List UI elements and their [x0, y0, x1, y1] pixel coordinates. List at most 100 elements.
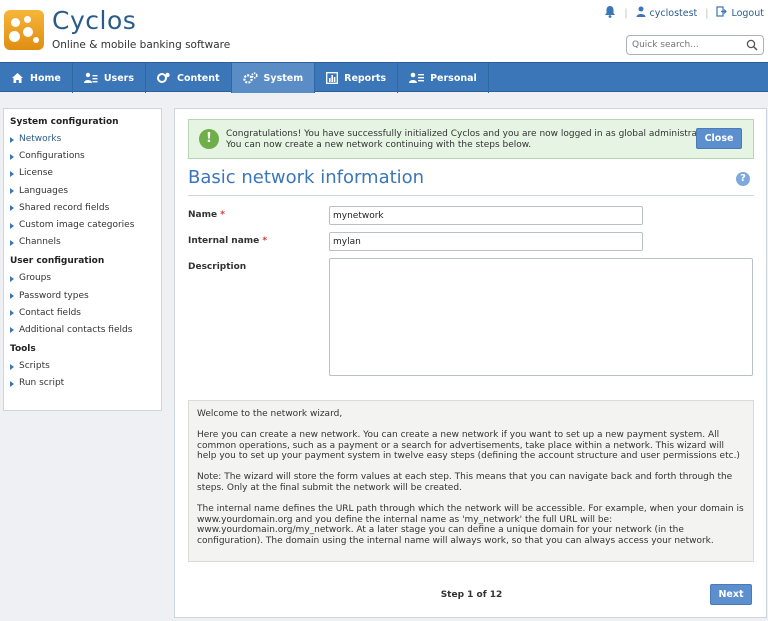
header: Cyclos Online & mobile banking software … — [0, 0, 768, 62]
nav-personal-label: Personal — [430, 72, 477, 84]
name-label: Name * — [188, 210, 225, 220]
sidebar-heading-tools: Tools — [10, 344, 36, 355]
required-mark: * — [262, 236, 268, 246]
description-label: Description — [188, 262, 247, 272]
alert-line-1: Congratulations! You have successfully i… — [226, 129, 712, 139]
wizard-info-box: Welcome to the network wizard, Here you … — [188, 400, 754, 562]
alert-line-2: You can now create a new network continu… — [226, 140, 532, 150]
sidebar-item-label: Shared record fields — [19, 202, 110, 213]
main-panel: ! Congratulations! You have successfully… — [174, 108, 767, 618]
main-nav: Home Users Content System Reports Person… — [0, 62, 768, 93]
arrow-right-icon — [10, 170, 14, 177]
reports-icon — [326, 72, 339, 84]
nav-content[interactable]: Content — [146, 63, 232, 93]
close-button[interactable]: Close — [696, 128, 742, 149]
help-icon[interactable]: ? — [736, 172, 750, 186]
sidebar-item-run-script[interactable]: Run script — [4, 375, 161, 392]
name-label-text: Name — [188, 210, 218, 220]
nav-users[interactable]: Users — [73, 63, 146, 93]
sidebar-item-label: Groups — [19, 273, 52, 284]
arrow-right-icon — [10, 205, 14, 212]
logout-link[interactable]: Logout — [731, 8, 764, 19]
nav-home[interactable]: Home — [0, 63, 73, 93]
internal-name-input[interactable] — [329, 232, 643, 251]
nav-reports-label: Reports — [344, 72, 387, 84]
nav-system[interactable]: System — [231, 63, 316, 93]
cyclos-logo-icon[interactable] — [4, 10, 44, 50]
sidebar-item-custom-image-categories[interactable]: Custom image categories — [4, 217, 161, 234]
internal-name-label-text: Internal name — [188, 236, 260, 246]
nav-users-label: Users — [103, 72, 134, 84]
arrow-right-icon — [10, 153, 14, 160]
sidebar-item-shared-record-fields[interactable]: Shared record fields — [4, 200, 161, 217]
title-divider — [188, 195, 754, 196]
arrow-right-icon — [10, 239, 14, 246]
sidebar-item-label: Run script — [19, 378, 65, 389]
arrow-right-icon — [10, 222, 14, 229]
sidebar-item-languages[interactable]: Languages — [4, 183, 161, 200]
sidebar-item-license[interactable]: License — [4, 165, 161, 182]
name-input[interactable] — [329, 206, 643, 225]
separator: | — [705, 7, 709, 19]
info-paragraph: Note: The wizard will store the form val… — [197, 472, 733, 493]
brand-name[interactable]: Cyclos — [52, 6, 136, 35]
description-textarea[interactable] — [329, 258, 753, 376]
arrow-right-icon — [10, 310, 14, 317]
info-paragraph: Welcome to the network wizard, — [197, 409, 343, 419]
brand-tagline: Online & mobile banking software — [52, 39, 231, 51]
nav-reports[interactable]: Reports — [315, 63, 399, 93]
sidebar-item-label: Configurations — [19, 151, 85, 162]
next-button[interactable]: Next — [710, 584, 752, 605]
top-links: | cyclostest | Logout — [604, 5, 764, 21]
sidebar-item-configurations[interactable]: Configurations — [4, 148, 161, 165]
quick-search-input[interactable] — [627, 36, 737, 54]
success-alert: ! Congratulations! You have successfully… — [188, 119, 754, 159]
sidebar-item-networks[interactable]: Networks — [4, 131, 161, 148]
sidebar-heading-system-configuration: System configuration — [10, 117, 119, 127]
arrow-right-icon — [10, 293, 14, 300]
sidebar-item-label: Languages — [19, 185, 69, 196]
sidebar-item-channels[interactable]: Channels — [4, 234, 161, 251]
arrow-right-icon — [10, 136, 14, 143]
content-icon — [156, 72, 170, 83]
user-icon — [636, 6, 646, 20]
quick-search-box — [626, 35, 764, 55]
home-icon — [12, 73, 23, 83]
nav-content-label: Content — [176, 72, 220, 84]
personal-icon — [409, 72, 425, 83]
sidebar-item-label: License — [19, 168, 53, 179]
internal-name-label: Internal name * — [188, 236, 267, 246]
sidebar-item-label: Custom image categories — [19, 220, 135, 231]
step-indicator: Step 1 of 12 — [440, 590, 503, 600]
sidebar-item-label: Channels — [19, 237, 61, 248]
system-icon — [242, 71, 258, 84]
alert-message: Congratulations! You have successfully i… — [226, 129, 712, 151]
nav-personal[interactable]: Personal — [398, 63, 489, 93]
arrow-right-icon — [10, 275, 14, 282]
sidebar-item-contact-fields[interactable]: Contact fields — [4, 305, 161, 322]
sidebar-item-label: Password types — [19, 290, 89, 301]
arrow-right-icon — [10, 363, 14, 370]
username-link[interactable]: cyclostest — [650, 8, 698, 19]
sidebar-item-label: Additional contacts fields — [19, 324, 133, 335]
notifications-bell-icon[interactable] — [604, 5, 616, 21]
separator: | — [624, 7, 628, 19]
sidebar-item-scripts[interactable]: Scripts — [4, 358, 161, 375]
success-check-icon: ! — [199, 129, 219, 149]
logout-icon — [716, 6, 728, 20]
arrow-right-icon — [10, 380, 14, 387]
users-icon — [83, 72, 98, 83]
info-paragraph: The internal name defines the URL path t… — [197, 503, 744, 547]
sidebar-item-password-types[interactable]: Password types — [4, 288, 161, 305]
search-icon[interactable] — [746, 39, 758, 54]
page-title: Basic network information — [188, 167, 425, 188]
sidebar-item-additional-contacts-fields[interactable]: Additional contacts fields — [4, 322, 161, 339]
sidebar-heading-user-configuration: User configuration — [10, 256, 105, 267]
info-paragraph: Here you can create a new network. You c… — [197, 429, 740, 462]
sidebar-item-label: Networks — [19, 134, 62, 145]
sidebar-item-label: Contact fields — [19, 307, 81, 318]
nav-system-label: System — [263, 72, 304, 84]
sidebar-item-groups[interactable]: Groups — [4, 270, 161, 287]
arrow-right-icon — [10, 188, 14, 195]
sidebar-item-label: Scripts — [19, 361, 50, 372]
